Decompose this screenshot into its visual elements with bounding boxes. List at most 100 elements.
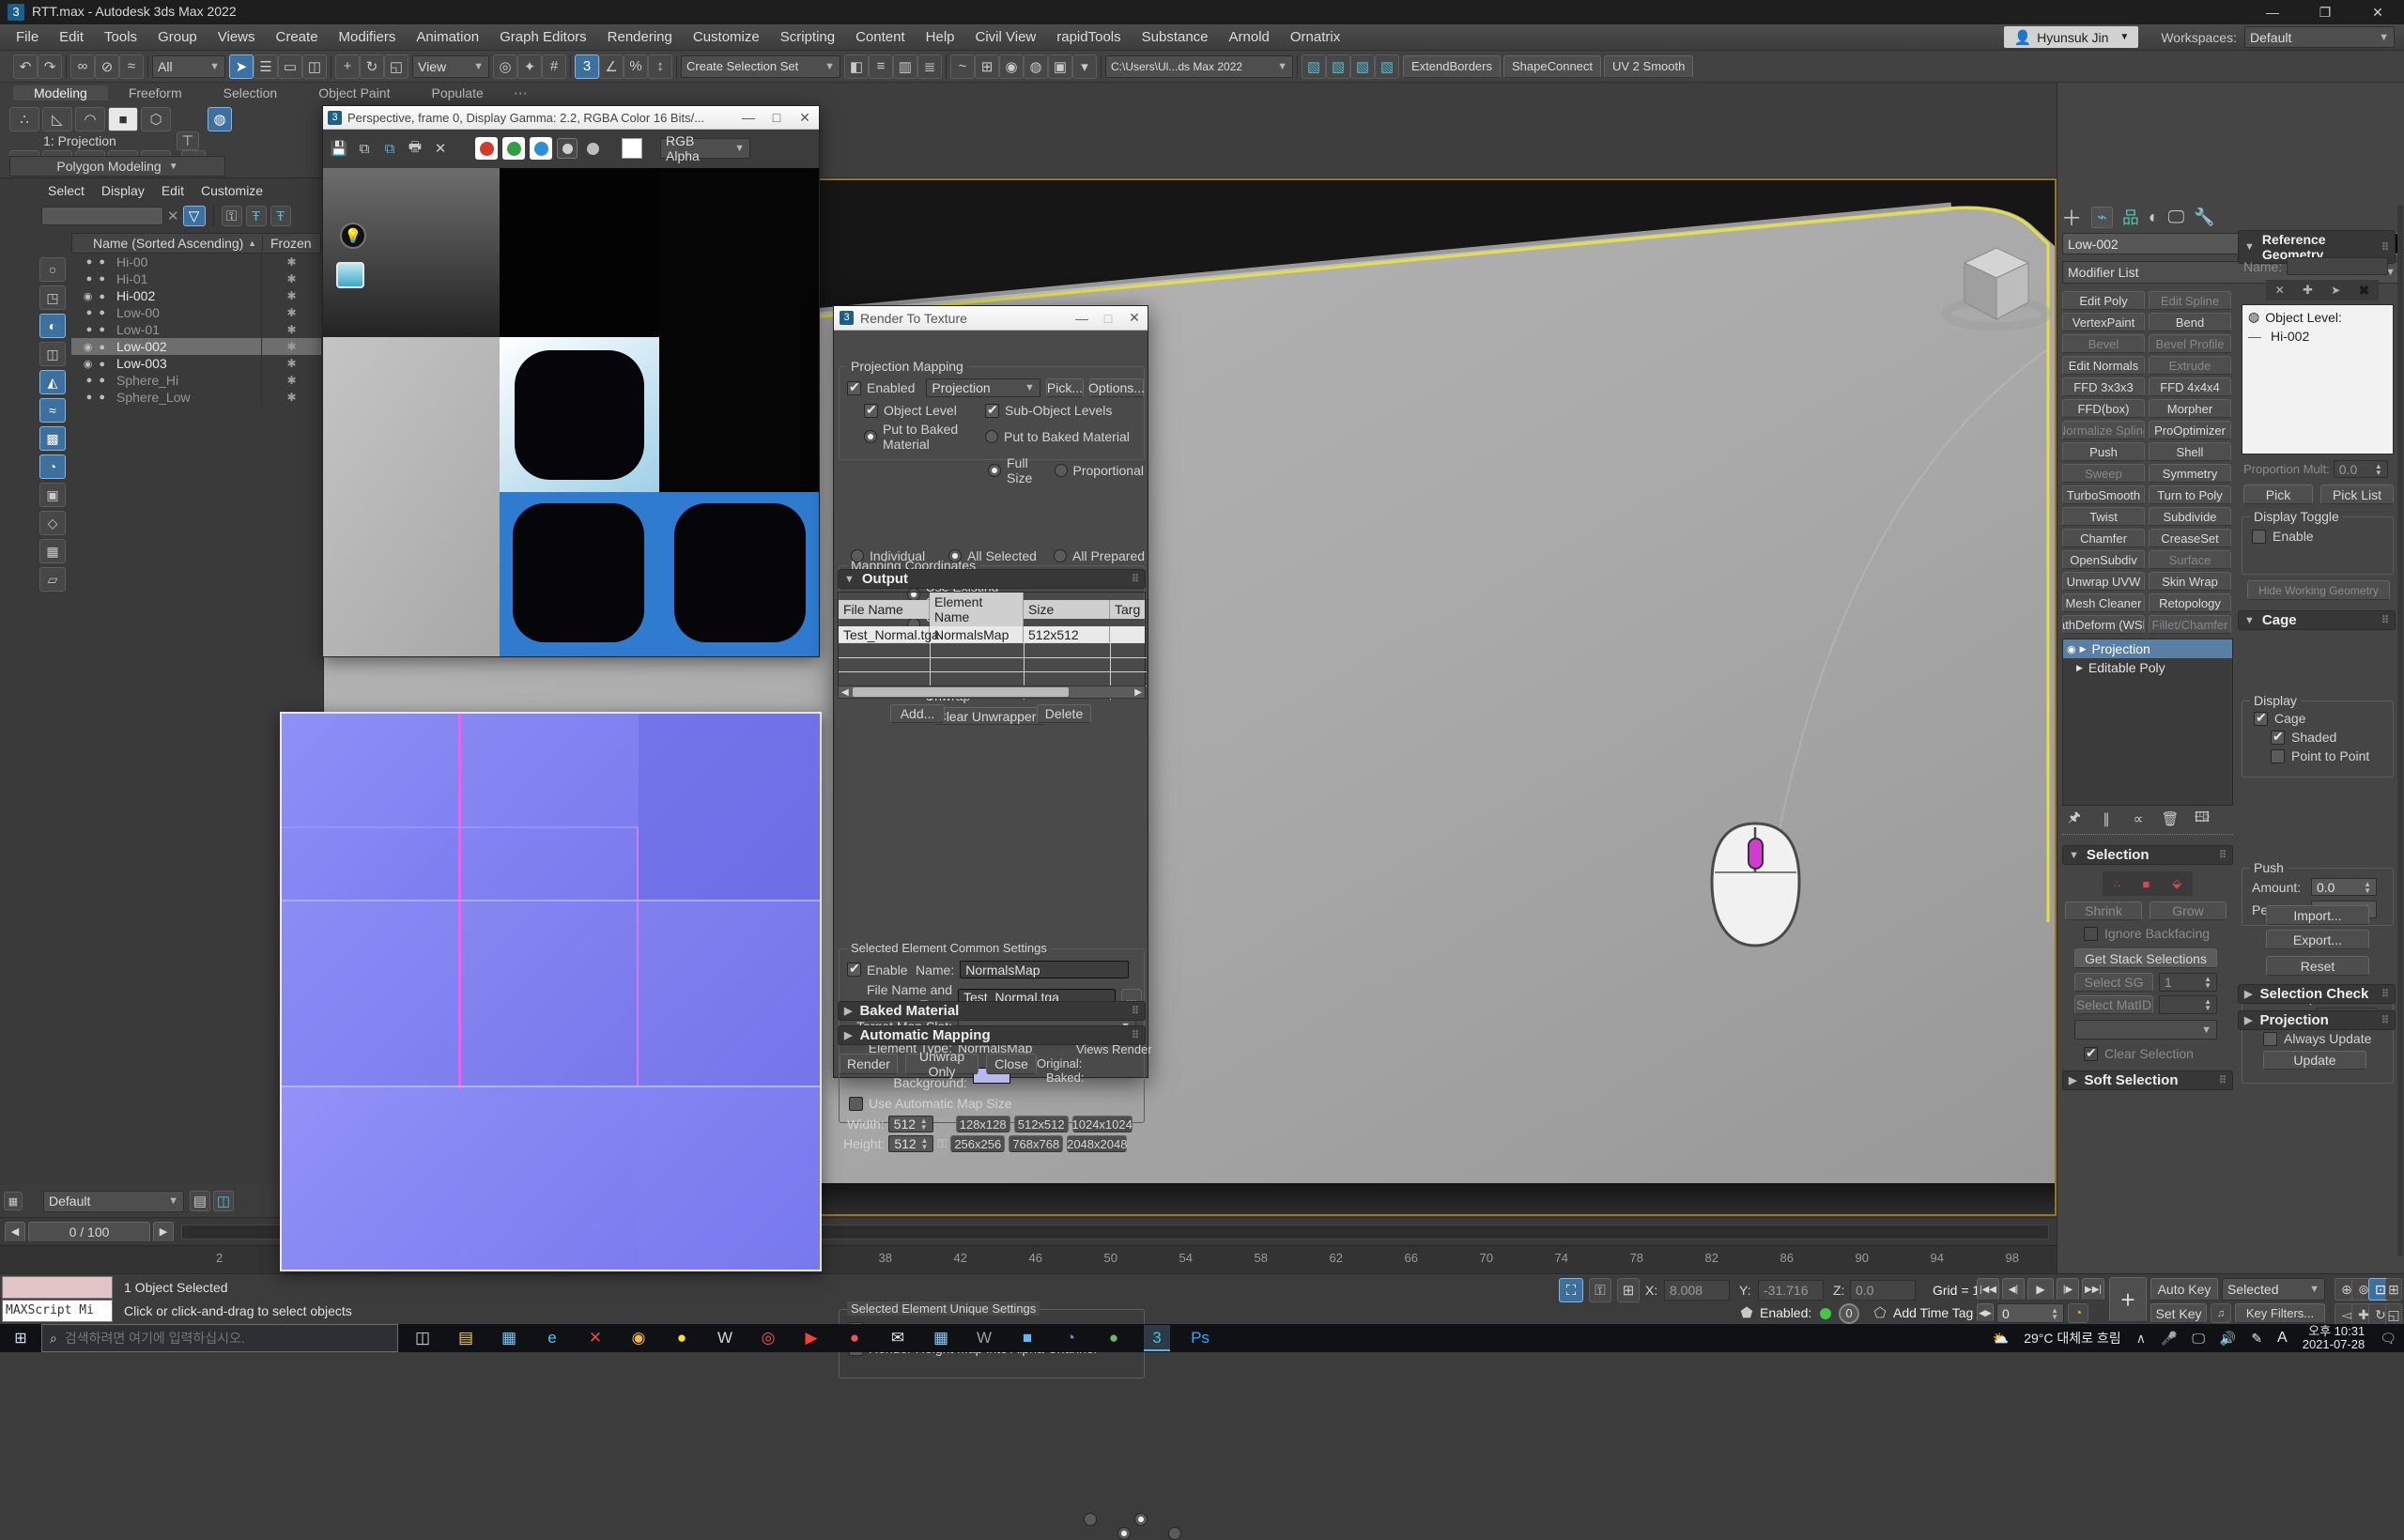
refgeo-name-field[interactable] (2287, 257, 2388, 275)
modifier-preset-button[interactable]: Edit Normals (2062, 356, 2145, 375)
Hi-002[interactable]: ◉ ● Hi-002 ✱ (71, 287, 321, 304)
shrink-button[interactable]: Shrink (2065, 901, 2142, 920)
y-coordinate-field[interactable]: -31.716 (1758, 1280, 1824, 1301)
modifier-preset-button[interactable]: Push (2062, 442, 2145, 461)
select-sg-button[interactable]: Select SG (2074, 973, 2153, 992)
restore-button[interactable]: ❐ (2299, 0, 2351, 24)
isolate-selection-toggle[interactable]: ⛶ (1559, 1278, 1583, 1302)
pick-list-button[interactable]: Pick List (2320, 485, 2394, 504)
taskbar-search[interactable]: ⌕ (41, 1324, 398, 1352)
next-frame-arrow[interactable]: ▶ (153, 1222, 174, 1242)
green-app-icon[interactable]: ● (1101, 1325, 1127, 1351)
modifier-preset-button[interactable]: Chamfer (2062, 529, 2145, 547)
close-dialog-button[interactable]: Close (986, 1054, 1037, 1074)
blue-channel-toggle[interactable] (530, 137, 552, 160)
width-spinner[interactable]: 512▲▼ (888, 1116, 933, 1132)
modifier-preset-button[interactable]: Normalize Spline (2062, 421, 2145, 439)
sg-spinner[interactable]: 1▲▼ (2159, 973, 2217, 992)
baked-render-radio[interactable] (1168, 1527, 1181, 1540)
full-size-radio[interactable] (988, 464, 1001, 477)
layer-explorer-icon[interactable]: ≣ (917, 54, 942, 79)
proportion-mult-spinner[interactable]: 0.0▲▼ (2334, 460, 2388, 478)
modifier-preset-button[interactable]: Symmetry (2149, 464, 2231, 483)
vertex-subobject-icon[interactable]: ∴ (2114, 878, 2120, 890)
select-and-link-icon[interactable]: ∞ (70, 54, 95, 79)
modifier-preset-button[interactable]: Bevel (2062, 334, 2145, 353)
key-mode-dropdown[interactable]: Selected▼ (2222, 1278, 2325, 1301)
remove-modifier-icon[interactable]: 🗑 (2158, 809, 2182, 828)
edge-mode-icon[interactable]: ◺ (42, 107, 72, 131)
frozen-icon[interactable]: ✱ (261, 254, 321, 270)
Hi-00[interactable]: ● ● Hi-00 ✱ (71, 254, 321, 270)
microphone-tray-icon[interactable]: 🎤 (2161, 1331, 2177, 1347)
alpha-channel-toggle[interactable] (582, 138, 603, 159)
stack-item-editable-poly[interactable]: ▶ Editable Poly (2063, 658, 2232, 677)
menu-item[interactable]: rapidTools (1046, 29, 1131, 45)
state-sets-dropdown[interactable]: Default▼ (43, 1191, 184, 1212)
reference-coordinate-dropdown[interactable]: View▼ (412, 55, 489, 78)
maximize-icon[interactable]: □ (1095, 308, 1121, 329)
3ds-max-icon[interactable]: 3 (1144, 1325, 1170, 1351)
percent-snap-icon[interactable]: % (624, 54, 648, 79)
eye-icon[interactable]: ◉ (2067, 643, 2076, 655)
size-256-button[interactable]: 256x256 (950, 1135, 1005, 1152)
modifier-preset-button[interactable]: Shell (2149, 442, 2231, 461)
modifier-preset-button[interactable]: VertexPaint (2062, 313, 2145, 331)
word-app-icon[interactable]: W (971, 1325, 997, 1351)
modifier-preset-button[interactable]: Morpher (2149, 399, 2231, 418)
modifier-preset-button[interactable]: CreaseSet (2149, 529, 2231, 547)
angle-snap-icon[interactable]: ∠ (599, 54, 624, 79)
weather-text[interactable]: 29°C 대체로 흐림 (2024, 1329, 2120, 1348)
minimize-icon[interactable]: — (1069, 308, 1095, 329)
youtube-icon[interactable]: ▶ (798, 1325, 824, 1351)
tab-create[interactable]: ＋ (2061, 202, 2082, 232)
frozen-icon[interactable]: ✱ (261, 355, 321, 372)
unlink-selection-icon[interactable]: ⊘ (95, 54, 119, 79)
hide-working-geometry-button[interactable]: Hide Working Geometry (2247, 580, 2390, 600)
select-by-name-icon[interactable]: ☰ (254, 54, 278, 79)
maxscript-input[interactable]: MAXScript Mi (2, 1300, 113, 1322)
rendered-frame-icon[interactable]: ▣ (1048, 54, 1072, 79)
update-button[interactable]: Update (2263, 1051, 2366, 1070)
ribbon-tab[interactable]: Object Paint (298, 85, 410, 100)
script-tool-icon-4[interactable]: ▧ (1375, 54, 1399, 79)
z-coordinate-field[interactable]: 0.0 (1850, 1280, 1916, 1301)
reset-button[interactable]: Reset (2266, 956, 2369, 976)
vertex-mode-icon[interactable]: ∴ (9, 107, 39, 131)
cage-rollout-header[interactable]: ▼Cage⠿ (2238, 610, 2396, 630)
filter-shapes-icon[interactable]: ◇ (39, 511, 66, 535)
menu-item[interactable]: Ornatrix (1280, 29, 1350, 45)
select-and-manipulate-icon[interactable]: ✦ (517, 54, 542, 79)
set-key-button[interactable]: Set Key (2150, 1303, 2207, 1323)
x-coordinate-field[interactable]: 8.008 (1664, 1280, 1730, 1301)
refgeo-pick-cursor-icon[interactable]: ➤ (2331, 284, 2340, 297)
preview-subobject-icon[interactable]: ◍ (208, 107, 232, 131)
get-stack-selections-button[interactable]: Get Stack Selections (2074, 948, 2217, 968)
height-spinner[interactable]: 512▲▼ (888, 1135, 933, 1152)
current-frame-field[interactable]: 0▲▼ (1996, 1303, 2064, 1323)
clear-unwrappers-button[interactable]: Clear Unwrappers (933, 707, 1046, 725)
modifier-preset-button[interactable]: PathDeform (WSM) (2062, 615, 2145, 634)
element-name-field[interactable]: NormalsMap (960, 961, 1129, 978)
ribbon-tab[interactable]: Freeform (108, 85, 203, 100)
menu-item[interactable]: Scripting (770, 29, 845, 45)
curve-editor-icon[interactable]: ~ (950, 54, 975, 79)
size-512-button[interactable]: 512x512 (1014, 1116, 1069, 1132)
modifier-preset-button[interactable]: Edit Spline (2149, 291, 2231, 310)
menu-item[interactable]: Modifiers (329, 29, 407, 45)
render-button[interactable]: Render (840, 1054, 898, 1074)
frozen-icon[interactable]: ✱ (261, 321, 321, 338)
original-views-radio[interactable] (1084, 1513, 1097, 1526)
explorer-menu-item[interactable]: Display (93, 183, 153, 198)
next-key-button[interactable]: |▶ (2057, 1278, 2079, 1301)
rfw-title-bar[interactable]: 3 Perspective, frame 0, Display Gamma: 2… (323, 106, 819, 130)
frozen-icon[interactable]: ✱ (261, 372, 321, 389)
refgeo-remove-icon[interactable]: ✕ (2275, 284, 2285, 297)
previous-frame-arrow[interactable]: ◀ (5, 1222, 25, 1242)
explorer-search-input[interactable] (41, 207, 163, 225)
filter-geometry-icon[interactable]: ◳ (39, 285, 66, 310)
rendered-frame-window[interactable]: 3 Perspective, frame 0, Display Gamma: 2… (322, 105, 820, 657)
point-to-point-checkbox[interactable] (2271, 749, 2285, 763)
ignore-backfacing-checkbox[interactable] (2084, 927, 2098, 941)
selection-lock-toggle[interactable]: ⚿ (1589, 1278, 1611, 1302)
